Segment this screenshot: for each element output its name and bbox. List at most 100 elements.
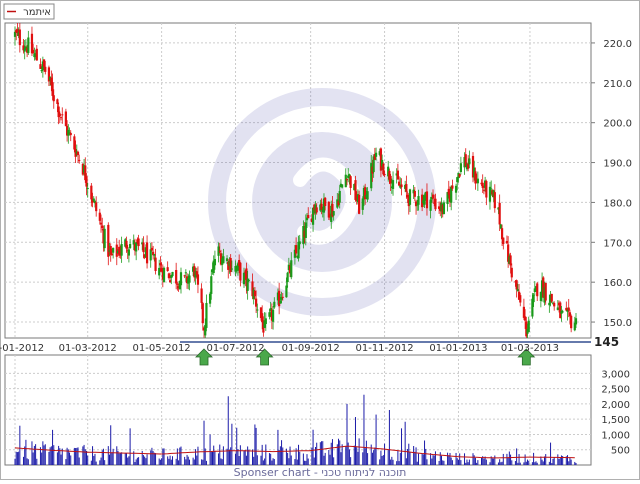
date-tick-label: 01-07-2012: [206, 343, 264, 354]
candle-body: [90, 185, 93, 200]
candle-body: [431, 194, 435, 199]
candle-body: [78, 159, 81, 161]
candle-body: [408, 189, 412, 205]
candle-body: [39, 64, 42, 69]
candle-body: [304, 222, 307, 238]
volume-y-axis: 500 1,000 1,500 2,000 2,500 3,000: [601, 369, 630, 456]
candle-body: [286, 272, 289, 283]
candle-body: [229, 258, 232, 273]
price-tick-label: 170.0: [603, 238, 632, 249]
candle-body: [27, 37, 30, 53]
candle-body: [361, 198, 364, 210]
candle-body: [196, 274, 200, 285]
candle-body: [205, 302, 208, 328]
candle-body: [145, 242, 149, 264]
candle-body: [499, 224, 502, 229]
candle-body: [153, 254, 156, 256]
candle-body: [307, 214, 310, 219]
candle-body: [129, 243, 132, 248]
volume-tick-label: 2,500: [601, 385, 630, 396]
candle-body: [44, 66, 47, 72]
candle-body: [451, 185, 454, 189]
candle-body: [92, 198, 95, 201]
date-tick-label: 01-05-2012: [133, 343, 191, 354]
candle-body: [225, 258, 229, 261]
candle-body: [201, 303, 204, 324]
candle-body: [332, 211, 335, 216]
candle-body: [574, 318, 578, 325]
candle-body: [208, 293, 212, 304]
candle-body: [559, 302, 562, 319]
candle-body: [320, 203, 323, 210]
candle-body: [120, 243, 123, 256]
price-tick-label: 220.0: [603, 39, 632, 50]
candle-body: [95, 202, 98, 212]
candle-body: [200, 288, 203, 303]
candle-body: [76, 151, 80, 156]
date-tick-label: 01-03-2012: [59, 343, 117, 354]
candle-body: [338, 190, 341, 203]
candle-body: [179, 272, 183, 286]
candle-body: [271, 309, 275, 322]
price-y-axis: 150.0 160.0 170.0 180.0 190.0 200.0 210.0 220.0: [591, 39, 632, 329]
candle-body: [515, 280, 518, 290]
candle-body: [341, 184, 344, 188]
candle-body: [437, 206, 441, 209]
candle-body: [32, 49, 35, 54]
candle-body: [58, 113, 61, 117]
candle-body: [525, 321, 528, 337]
candle-body: [548, 302, 551, 306]
candle-body: [434, 198, 437, 210]
candle-body: [135, 242, 138, 252]
candle-body: [162, 267, 166, 283]
candle-body: [358, 194, 361, 214]
support-level-label: 145: [594, 335, 619, 349]
candle-body: [391, 180, 395, 189]
candle-body: [98, 212, 101, 221]
candle-body: [505, 240, 509, 244]
candle-body: [166, 267, 169, 272]
candle-body: [397, 181, 401, 186]
candle-body: [51, 82, 54, 96]
candle-body: [570, 315, 573, 329]
candle-body: [242, 272, 246, 285]
legend-label: איתמר: [23, 7, 51, 18]
candle-body: [544, 282, 547, 301]
candle-body: [73, 136, 76, 150]
candle-body: [315, 207, 318, 213]
date-tick-label: 01-11-2012: [355, 343, 413, 354]
candle-body: [150, 247, 154, 251]
candle-body: [64, 111, 67, 127]
candle-body: [524, 316, 527, 321]
candle-body: [253, 290, 257, 297]
candle-body: [345, 179, 349, 181]
stock-chart: 145 150.0 160.0 170.0 180.0 190.0 200.0 210.0 2…: [0, 0, 640, 480]
candle-body: [568, 312, 572, 317]
candle-body: [295, 245, 298, 254]
candle-body: [52, 95, 55, 102]
candle-body: [137, 238, 140, 247]
candle-body: [344, 174, 347, 188]
candle-body: [107, 224, 110, 257]
volume-tick-label: 500: [611, 446, 630, 457]
candle-body: [366, 191, 369, 200]
candle-body: [184, 272, 187, 274]
candle-body: [158, 267, 161, 276]
date-x-axis: 01-01-2012 01-03-2012 01-05-2012 01-07-2012…: [0, 343, 559, 354]
candle-body: [109, 245, 112, 255]
candle-body: [159, 263, 162, 266]
candle-body: [553, 302, 556, 307]
candle-body: [482, 189, 486, 191]
volume-tick-label: 2,000: [601, 400, 630, 411]
candle-body: [59, 116, 63, 118]
candle-body: [382, 163, 385, 175]
candle-body: [379, 148, 383, 171]
candle-body: [389, 175, 392, 184]
legend: איתמר: [3, 3, 55, 20]
candle-body: [239, 262, 242, 281]
candle-body: [247, 279, 250, 281]
candle-body: [354, 180, 357, 200]
candle-body: [490, 188, 493, 190]
candle-body: [298, 241, 301, 245]
candle-body: [86, 187, 89, 190]
